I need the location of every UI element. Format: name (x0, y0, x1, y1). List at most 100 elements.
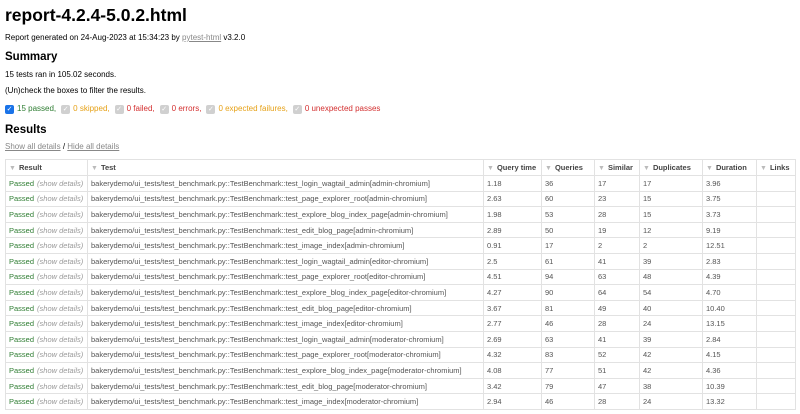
show-details-link[interactable]: (show details) (37, 179, 83, 188)
table-row[interactable]: Passed (show details) bakerydemo/ui_tests/… (5, 377, 796, 395)
links-cell (756, 268, 796, 286)
test-name-cell: bakerydemo/ui_tests/test_benchmark.py::T… (87, 175, 484, 192)
duplicates-cell: 39 (639, 252, 703, 270)
result-status: Passed (9, 334, 35, 344)
sort-icon: ▼ (760, 165, 767, 172)
similar-cell: 28 (594, 393, 640, 410)
test-name-cell: bakerydemo/ui_tests/test_benchmark.py::T… (87, 346, 484, 364)
table-row[interactable]: Passed (show details) bakerydemo/ui_tests/… (5, 221, 796, 239)
result-cell: Passed (show details) (5, 330, 88, 348)
col-similar[interactable]: ▼ Similar (594, 159, 640, 176)
col-queries[interactable]: ▼ Queries (541, 159, 595, 176)
result-status: Passed (9, 256, 35, 266)
pytest-html-link[interactable]: pytest-html (182, 33, 221, 42)
show-details-link[interactable]: (show details) (37, 366, 83, 375)
links-cell (756, 377, 796, 395)
similar-cell: 64 (594, 284, 640, 301)
filter-failed[interactable]: ✓ 0 failed, (114, 104, 155, 114)
table-row[interactable]: Passed (show details) bakerydemo/ui_tests/… (5, 237, 796, 254)
query-time-cell: 3.42 (483, 377, 542, 395)
show-details-link[interactable]: (show details) (37, 210, 83, 219)
filter-unexpected-passes-label: 0 unexpected passes (304, 104, 381, 113)
duplicates-cell: 15 (639, 190, 703, 208)
show-details-link[interactable]: (show details) (37, 304, 83, 313)
similar-cell: 28 (594, 206, 640, 223)
queries-cell: 17 (541, 237, 595, 254)
col-duration[interactable]: ▼ Duration (702, 159, 757, 176)
duration-cell: 9.19 (702, 221, 757, 239)
table-row[interactable]: Passed (show details) bakerydemo/ui_tests/… (5, 175, 796, 192)
table-row[interactable]: Passed (show details) bakerydemo/ui_tests/… (5, 315, 796, 332)
col-query-time[interactable]: ▼ Query time (483, 159, 542, 176)
show-details-link[interactable]: (show details) (37, 319, 83, 328)
test-name-cell: bakerydemo/ui_tests/test_benchmark.py::T… (87, 190, 484, 208)
table-row[interactable]: Passed (show details) bakerydemo/ui_tests/… (5, 268, 796, 286)
failed-checkbox[interactable]: ✓ (114, 104, 124, 114)
col-test[interactable]: ▼ Test (87, 159, 484, 176)
queries-cell: 77 (541, 362, 595, 379)
filter-passed[interactable]: ✓ 15 passed, (5, 104, 56, 114)
skipped-checkbox[interactable]: ✓ (61, 104, 71, 114)
test-name-cell: bakerydemo/ui_tests/test_benchmark.py::T… (87, 206, 484, 223)
col-result[interactable]: ▼ Result (5, 159, 88, 176)
show-details-link[interactable]: (show details) (37, 382, 83, 391)
table-row[interactable]: Passed (show details) bakerydemo/ui_tests/… (5, 330, 796, 348)
show-all-details-link[interactable]: Show all details (5, 142, 61, 151)
result-cell: Passed (show details) (5, 190, 88, 208)
col-links[interactable]: ▼ Links (756, 159, 796, 176)
queries-cell: 53 (541, 206, 595, 223)
col-duplicates[interactable]: ▼ Duplicates (639, 159, 703, 176)
passed-checkbox[interactable]: ✓ (5, 104, 14, 114)
table-row[interactable]: Passed (show details) bakerydemo/ui_tests/… (5, 190, 796, 208)
table-row[interactable]: Passed (show details) bakerydemo/ui_tests/… (5, 393, 796, 410)
table-row[interactable]: Passed (show details) bakerydemo/ui_tests/… (5, 284, 796, 301)
show-details-link[interactable]: (show details) (37, 350, 83, 359)
errors-checkbox[interactable]: ✓ (159, 104, 169, 114)
links-cell (756, 362, 796, 379)
links-cell (756, 315, 796, 332)
expected-failures-checkbox[interactable]: ✓ (206, 104, 216, 114)
table-row[interactable]: Passed (show details) bakerydemo/ui_tests/… (5, 362, 796, 379)
filter-expected-failures[interactable]: ✓ 0 expected failures, (206, 104, 288, 114)
links-cell (756, 175, 796, 192)
show-details-link[interactable]: (show details) (37, 226, 83, 235)
result-cell: Passed (show details) (5, 252, 88, 270)
show-details-link[interactable]: (show details) (37, 272, 83, 281)
queries-cell: 50 (541, 221, 595, 239)
similar-cell: 19 (594, 221, 640, 239)
duration-cell: 4.39 (702, 268, 757, 286)
show-details-link[interactable]: (show details) (37, 257, 83, 266)
duration-cell: 3.73 (702, 206, 757, 223)
links-cell (756, 284, 796, 301)
result-cell: Passed (show details) (5, 284, 88, 301)
sort-icon: ▼ (545, 165, 552, 172)
filter-skipped[interactable]: ✓ 0 skipped, (61, 104, 110, 114)
show-details-link[interactable]: (show details) (37, 335, 83, 344)
hide-all-details-link[interactable]: Hide all details (67, 142, 119, 151)
table-row[interactable]: Passed (show details) bakerydemo/ui_tests/… (5, 299, 796, 317)
tests-ran-text: 15 tests ran in 105.02 seconds. (5, 70, 117, 79)
table-row[interactable]: Passed (show details) bakerydemo/ui_tests/… (5, 346, 796, 364)
query-time-cell: 2.94 (483, 393, 542, 410)
result-status: Passed (9, 178, 35, 188)
table-row[interactable]: Passed (show details) bakerydemo/ui_tests/… (5, 206, 796, 223)
show-details-link[interactable]: (show details) (37, 241, 83, 250)
filter-errors-label: 0 errors, (171, 104, 202, 113)
query-time-cell: 2.63 (483, 190, 542, 208)
similar-cell: 28 (594, 315, 640, 332)
test-name-cell: bakerydemo/ui_tests/test_benchmark.py::T… (87, 284, 484, 301)
query-time-cell: 3.67 (483, 299, 542, 317)
filter-unexpected-passes[interactable]: ✓ 0 unexpected passes (292, 104, 381, 114)
show-details-link[interactable]: (show details) (37, 288, 83, 297)
show-details-link[interactable]: (show details) (37, 194, 83, 203)
filter-errors[interactable]: ✓ 0 errors, (159, 104, 202, 114)
duplicates-cell: 2 (639, 237, 703, 254)
table-row[interactable]: Passed (show details) bakerydemo/ui_tests/… (5, 252, 796, 270)
sort-icon: ▼ (706, 165, 713, 172)
unexpected-passes-checkbox[interactable]: ✓ (292, 104, 302, 114)
duration-cell: 2.84 (702, 330, 757, 348)
test-name-cell: bakerydemo/ui_tests/test_benchmark.py::T… (87, 299, 484, 317)
result-status: Passed (9, 397, 35, 407)
duration-cell: 2.83 (702, 252, 757, 270)
show-details-link[interactable]: (show details) (37, 397, 83, 406)
